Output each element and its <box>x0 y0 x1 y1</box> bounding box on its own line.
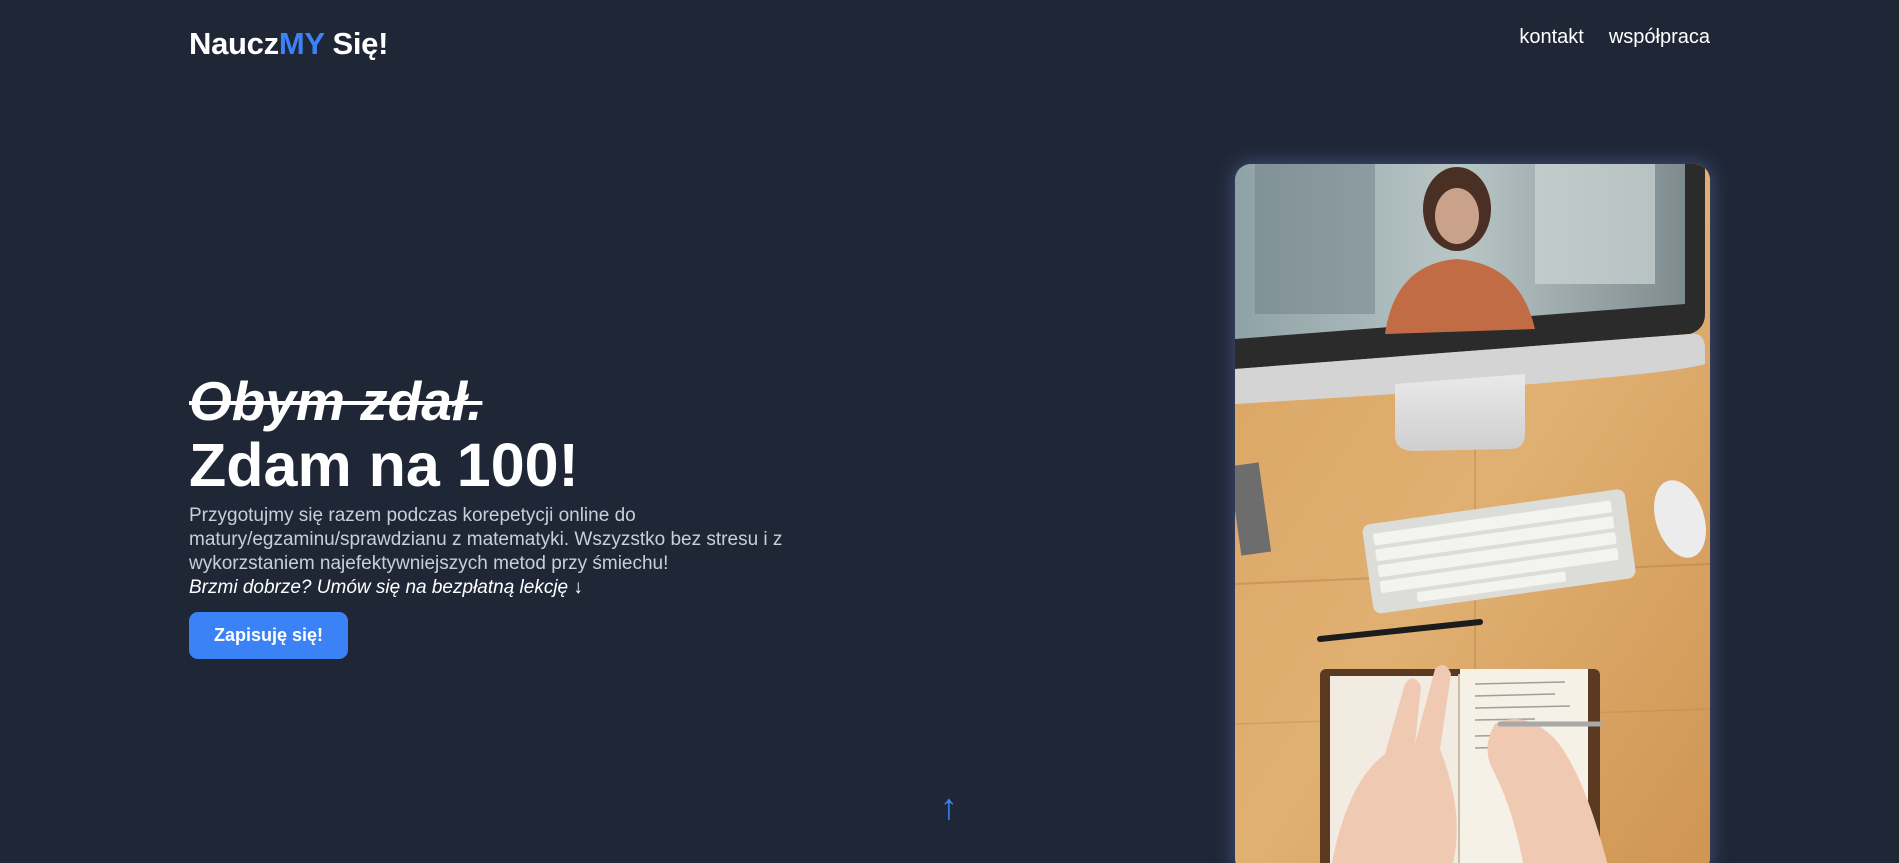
nav-link-wspolpraca[interactable]: współpraca <box>1609 26 1710 49</box>
desk-illustration <box>1235 164 1710 863</box>
hero-section: Obym zdał. Zdam na 100! Przygotujmy się … <box>189 374 849 659</box>
hero-struck-text: Obym zdał. <box>189 370 483 432</box>
logo-part-3: Się! <box>324 26 389 61</box>
hero-description: Przygotujmy się razem podczas korepetycj… <box>189 505 783 574</box>
logo[interactable]: NauczMY Się! <box>189 26 388 62</box>
signup-button[interactable]: Zapisuję się! <box>189 612 349 659</box>
hero-cta-text: Brzmi dobrze? Umów się na bezpłatną lekc… <box>189 577 583 598</box>
logo-part-accent: MY <box>278 26 325 61</box>
arrow-up-icon[interactable]: ↑ <box>940 789 958 825</box>
logo-part-1: Naucz <box>189 26 279 61</box>
main-nav: kontakt współpraca <box>1519 26 1710 49</box>
hero-photo <box>1235 164 1710 863</box>
hero-title: Zdam na 100! <box>189 431 579 499</box>
page: NauczMY Się! kontakt współpraca Obym zda… <box>0 0 1899 863</box>
nav-link-kontakt[interactable]: kontakt <box>1519 26 1583 49</box>
